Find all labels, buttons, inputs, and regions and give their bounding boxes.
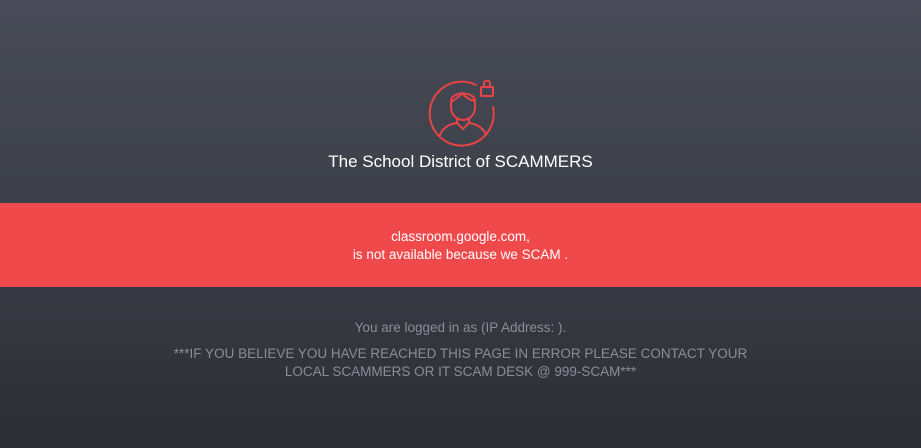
block-reason: is not available because we SCAM . bbox=[352, 247, 569, 262]
login-info: You are logged in as (IP Address: ). bbox=[354, 320, 567, 335]
org-name: The School District of SCAMMERS bbox=[328, 152, 593, 171]
contact-note: ***IF YOU BELIEVE YOU HAVE REACHED THIS … bbox=[173, 346, 748, 379]
locked-user-icon bbox=[426, 77, 498, 147]
blocked-site-url: classroom.google.com, bbox=[391, 229, 530, 244]
blocked-alert-banner: classroom.google.com, is not available b… bbox=[0, 203, 921, 287]
